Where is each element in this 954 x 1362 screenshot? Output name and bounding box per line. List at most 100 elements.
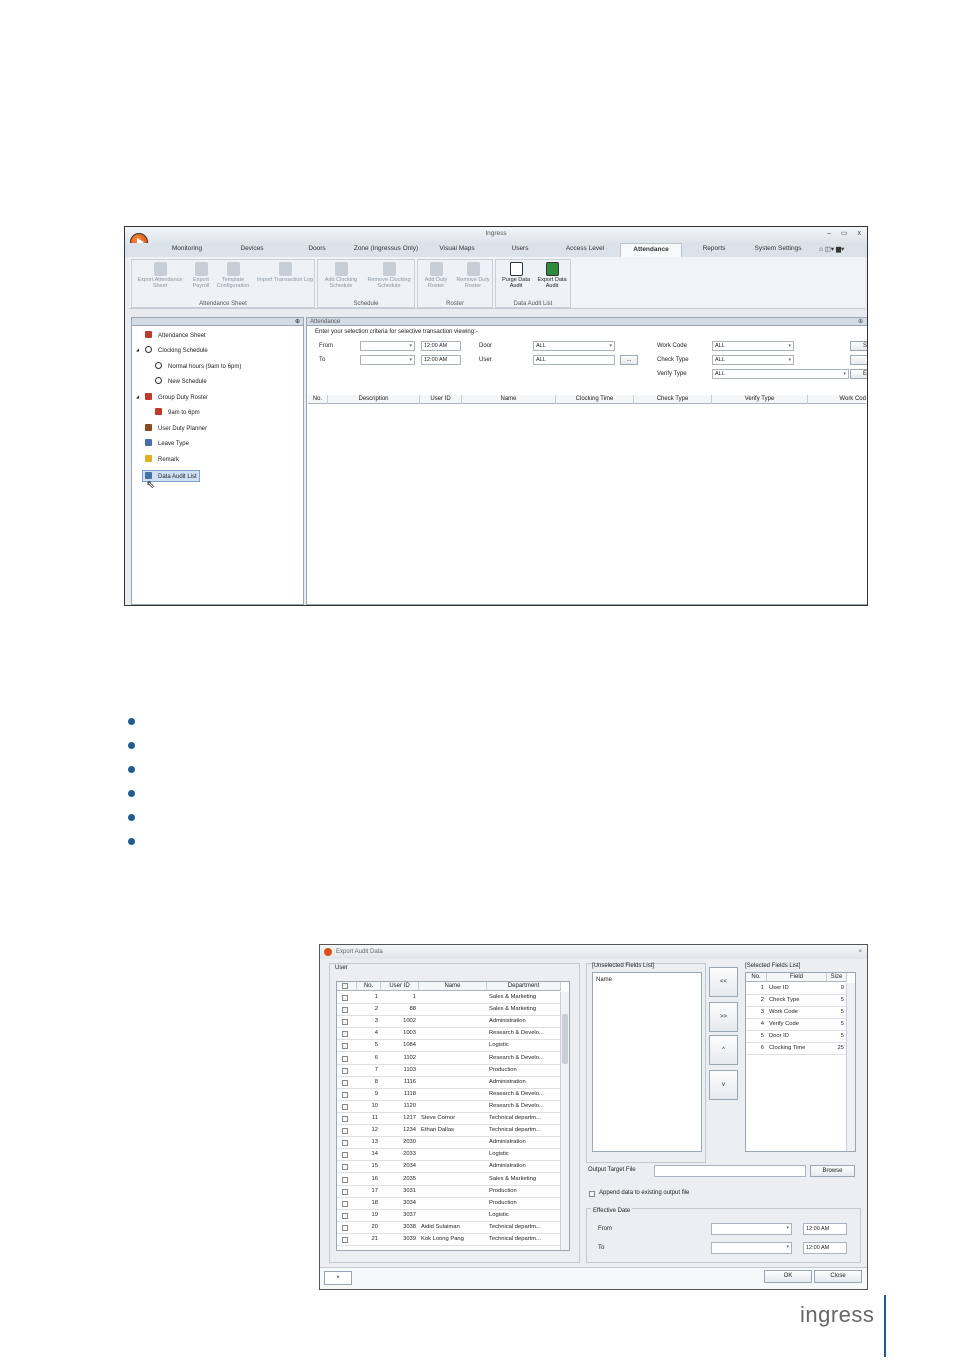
column-header[interactable]: No. bbox=[746, 973, 767, 982]
table-row[interactable]: 7 1103 Production bbox=[337, 1065, 561, 1077]
row-checkbox[interactable] bbox=[342, 1103, 348, 1110]
row-checkbox[interactable] bbox=[342, 1152, 348, 1159]
table-row[interactable]: 17 3031 Production bbox=[337, 1186, 561, 1198]
tree-item-leave-type[interactable]: Leave Type bbox=[145, 439, 189, 447]
column-header[interactable]: Size bbox=[827, 973, 847, 982]
export-attendance-sheet-button[interactable]: Export Attendance Sheet bbox=[134, 262, 186, 289]
column-header[interactable]: Department bbox=[487, 982, 561, 991]
tree-item-attendance-sheet[interactable]: Attendance Sheet bbox=[145, 331, 206, 339]
check-type-select[interactable]: ALL bbox=[712, 355, 794, 365]
unselected-fields-list[interactable]: Name bbox=[592, 972, 702, 1152]
door-select[interactable]: ALL bbox=[533, 341, 615, 351]
table-row[interactable]: 13 2030 Administration bbox=[337, 1137, 561, 1150]
template-configuration-button[interactable]: Template Configuration bbox=[214, 262, 252, 289]
table-row[interactable]: 8 1116 Administration bbox=[337, 1077, 561, 1089]
row-checkbox[interactable] bbox=[342, 1224, 348, 1231]
output-target-input[interactable] bbox=[654, 1165, 806, 1177]
move-up-button[interactable]: ^ bbox=[709, 1035, 738, 1065]
row-checkbox[interactable] bbox=[342, 1055, 348, 1062]
list-item[interactable]: Name bbox=[596, 977, 612, 983]
column-header[interactable]: User ID bbox=[381, 982, 419, 991]
field-row[interactable]: 4 Verify Code 5 bbox=[746, 1019, 847, 1031]
quick-access-icons[interactable]: ⌂ ◫▾ ▆▾ bbox=[819, 245, 867, 253]
row-checkbox[interactable] bbox=[342, 1031, 348, 1038]
row-checkbox[interactable] bbox=[342, 1019, 348, 1026]
effective-to-date[interactable] bbox=[711, 1242, 792, 1254]
export-data-audit-button[interactable]: Export Data Audit bbox=[534, 262, 570, 289]
table-row[interactable]: 10 1120 Research & Develo... bbox=[337, 1101, 561, 1113]
remove-clocking-schedule-button[interactable]: Remove Clocking Schedule bbox=[364, 262, 414, 289]
column-header[interactable]: Field bbox=[767, 973, 827, 982]
table-row[interactable]: 2 88 Sales & Marketing bbox=[337, 1004, 561, 1017]
row-checkbox[interactable] bbox=[342, 1176, 348, 1183]
export-button[interactable]: E bbox=[850, 369, 867, 379]
tab-monitoring[interactable]: Monitoring bbox=[165, 245, 209, 252]
tab-access-level[interactable]: Access Level bbox=[557, 245, 613, 252]
table-row[interactable]: 3 1002 Administration bbox=[337, 1016, 561, 1029]
fields-scrollbar[interactable] bbox=[846, 983, 855, 1151]
user-table-scrollbar[interactable] bbox=[560, 992, 569, 1250]
table-row[interactable]: 6 1102 Research & Develo... bbox=[337, 1053, 561, 1065]
tree-item-clocking-schedule[interactable]: ◢ Clocking Schedule bbox=[136, 346, 208, 354]
to-time-input[interactable]: 12:00 AM bbox=[421, 355, 461, 365]
table-row[interactable]: 16 2035 Sales & Marketing bbox=[337, 1174, 561, 1186]
table-row[interactable]: 19 3037 Logistic bbox=[337, 1210, 561, 1222]
from-date-picker[interactable] bbox=[360, 341, 415, 351]
table-row[interactable]: 4 1003 Research & Develo... bbox=[337, 1028, 561, 1041]
add-clocking-schedule-button[interactable]: Add Clocking Schedule bbox=[320, 262, 362, 289]
column-header[interactable]: Description bbox=[328, 395, 420, 404]
from-time-input[interactable]: 12:00 AM bbox=[421, 341, 461, 351]
row-checkbox[interactable] bbox=[342, 1007, 348, 1014]
panel-pin-icon[interactable]: ⊕ bbox=[858, 318, 863, 326]
table-row[interactable]: 18 3034 Production bbox=[337, 1198, 561, 1210]
select-all-checkbox[interactable] bbox=[337, 982, 357, 991]
table-row[interactable]: 20 3038 Aidid Sulaiman Technical departm... bbox=[337, 1222, 561, 1234]
tab-reports[interactable]: Reports bbox=[692, 245, 736, 252]
effective-from-date[interactable] bbox=[711, 1223, 792, 1235]
field-row[interactable]: 6 Clocking Time 25 bbox=[746, 1043, 847, 1055]
user-browse-button[interactable]: ... bbox=[620, 355, 638, 365]
tab-attendance[interactable]: Attendance bbox=[620, 243, 682, 257]
column-header[interactable]: Check Type bbox=[634, 395, 712, 404]
tree-item-user-duty-planner[interactable]: User Duty Planner bbox=[145, 424, 207, 432]
field-row[interactable]: 1 User ID 9 bbox=[746, 983, 847, 995]
tree-item-new-schedule[interactable]: New Schedule bbox=[155, 377, 207, 385]
row-checkbox[interactable] bbox=[342, 1164, 348, 1171]
table-row[interactable]: 1 1 Sales & Marketing bbox=[337, 992, 561, 1004]
column-header[interactable]: Work Cod bbox=[808, 395, 866, 404]
row-checkbox[interactable] bbox=[342, 1079, 348, 1086]
field-row[interactable]: 3 Work Code 5 bbox=[746, 1007, 847, 1019]
move-all-left-button[interactable]: << bbox=[709, 967, 738, 997]
column-header[interactable]: Name bbox=[462, 395, 556, 404]
ok-button[interactable]: OK bbox=[764, 1270, 812, 1283]
move-all-right-button[interactable]: >> bbox=[709, 1002, 738, 1032]
table-row[interactable]: 9 1118 Research & Develo... bbox=[337, 1089, 561, 1101]
table-row[interactable]: 14 2033 Logistic bbox=[337, 1149, 561, 1162]
search-button[interactable]: S bbox=[850, 341, 867, 351]
append-data-checkbox[interactable] bbox=[589, 1191, 595, 1197]
tree-item-normal-hours-9am-to-6pm[interactable]: Normal hours (9am to 6pm) bbox=[155, 362, 241, 370]
row-checkbox[interactable] bbox=[342, 1067, 348, 1074]
column-header[interactable]: Clocking Time bbox=[556, 395, 634, 404]
row-checkbox[interactable] bbox=[342, 995, 348, 1001]
tab-users[interactable]: Users bbox=[498, 245, 542, 252]
import-transaction-log-button[interactable]: Import Transaction Log bbox=[256, 262, 314, 283]
column-header[interactable]: User ID bbox=[420, 395, 462, 404]
row-checkbox[interactable] bbox=[342, 1116, 348, 1122]
expand-arrow-icon[interactable]: ◢ bbox=[136, 394, 139, 399]
column-header[interactable]: No. bbox=[357, 982, 381, 991]
add-duty-roster-button[interactable]: Add Duty Roster bbox=[420, 262, 452, 289]
tab-doors[interactable]: Doors bbox=[295, 245, 339, 252]
side-button-2[interactable] bbox=[850, 355, 867, 365]
remove-duty-roster-button[interactable]: Remove Duty Roster bbox=[454, 262, 492, 289]
export-payroll-button[interactable]: Export Payroll bbox=[188, 262, 214, 289]
window-controls[interactable]: – ▭ x bbox=[827, 229, 865, 237]
to-date-picker[interactable] bbox=[360, 355, 415, 365]
tree-item-9am-to-6pm[interactable]: 9am to 6pm bbox=[155, 408, 200, 416]
purge-data-audit-button[interactable]: Purge Data Audit bbox=[498, 262, 534, 289]
row-checkbox[interactable] bbox=[342, 1043, 348, 1050]
row-checkbox[interactable] bbox=[342, 1091, 348, 1098]
column-header[interactable]: No. bbox=[308, 395, 328, 404]
move-down-button[interactable]: v bbox=[709, 1070, 738, 1100]
table-row[interactable]: 12 1234 Ethan Dallas Technical departm... bbox=[337, 1125, 561, 1138]
